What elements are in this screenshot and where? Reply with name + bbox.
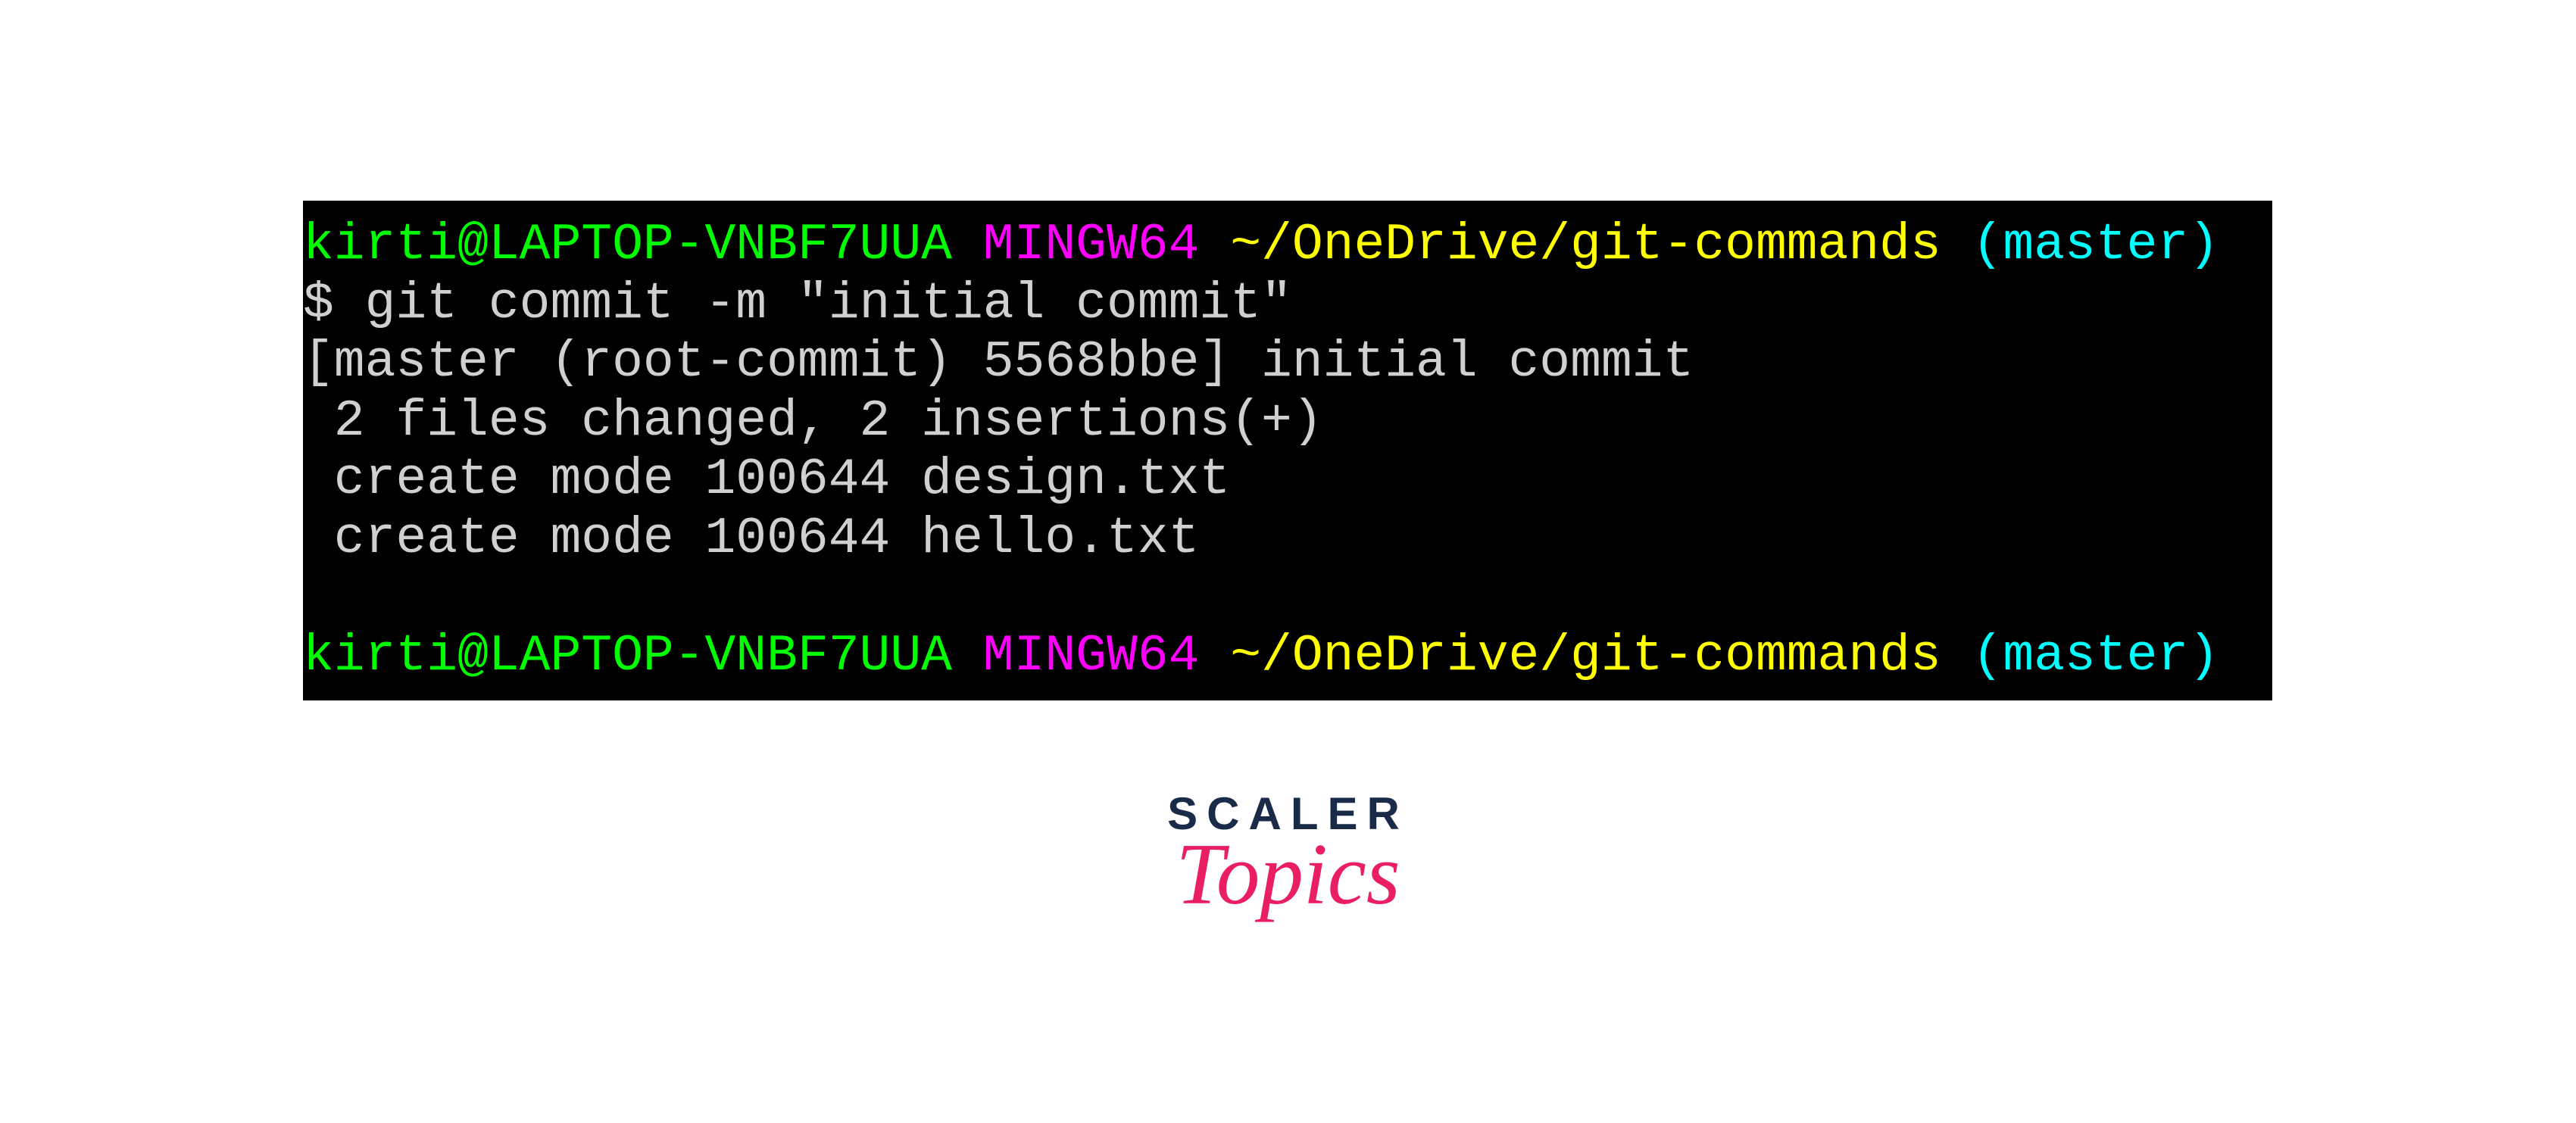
output-line: create mode 100644 hello.txt (303, 510, 2272, 569)
branch-label: (master) (1972, 627, 2219, 685)
logo-text-topics: Topics (1167, 825, 1409, 925)
prompt-line-1: kirti@LAPTOP-VNBF7UUA MINGW64 ~/OneDrive… (303, 216, 2272, 275)
mingw-label: MINGW64 (983, 627, 1200, 685)
mingw-label: MINGW64 (983, 216, 1200, 274)
user-host: kirti@LAPTOP-VNBF7UUA (303, 627, 952, 685)
command-line: $ git commit -m "initial commit" (303, 275, 2272, 334)
path-label: ~/OneDrive/git-commands (1230, 216, 1941, 274)
terminal-window[interactable]: kirti@LAPTOP-VNBF7UUA MINGW64 ~/OneDrive… (303, 201, 2272, 700)
scaler-logo: SCALER Topics (1167, 788, 1409, 925)
blank-line (303, 568, 2272, 627)
prompt-line-2: kirti@LAPTOP-VNBF7UUA MINGW64 ~/OneDrive… (303, 627, 2272, 686)
path-label: ~/OneDrive/git-commands (1230, 627, 1941, 685)
user-host: kirti@LAPTOP-VNBF7UUA (303, 216, 952, 274)
output-line: create mode 100644 design.txt (303, 451, 2272, 510)
output-line: 2 files changed, 2 insertions(+) (303, 392, 2272, 451)
branch-label: (master) (1972, 216, 2219, 274)
output-line: [master (root-commit) 5568bbe] initial c… (303, 333, 2272, 392)
